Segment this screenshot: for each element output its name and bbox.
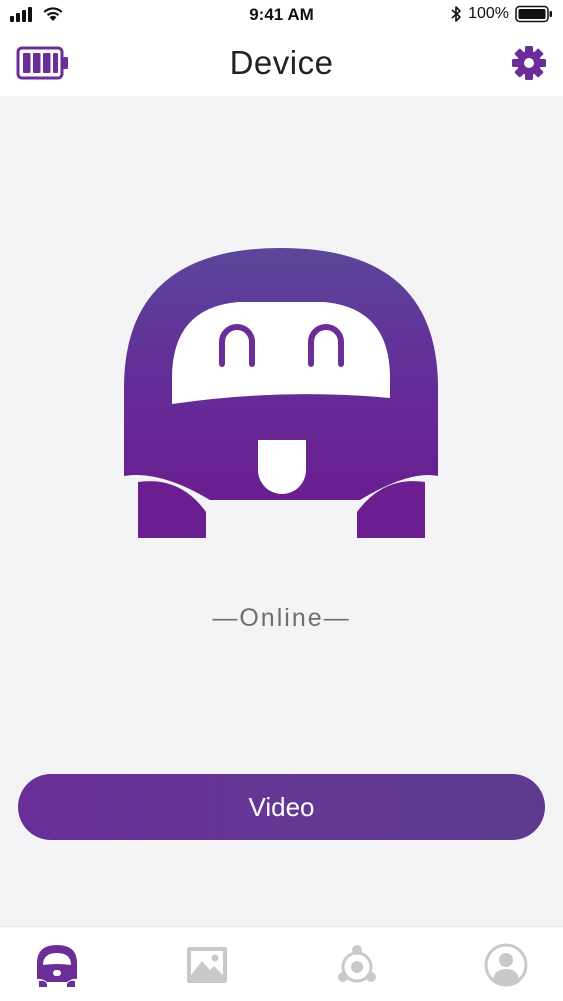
status-bar: 9:41 AM 100% [0, 0, 563, 32]
device-status: —Online— [212, 604, 351, 632]
gear-icon [512, 46, 546, 80]
tab-profile[interactable] [482, 941, 530, 989]
battery-icon [515, 5, 552, 23]
page-title: Device [229, 44, 334, 81]
robot-face [172, 302, 390, 404]
profile-icon [484, 943, 528, 987]
tab-device[interactable] [33, 941, 81, 989]
battery-percent: 100% [468, 5, 509, 22]
header: Device [0, 32, 563, 96]
tab-bar [0, 926, 563, 1001]
gallery-icon [187, 947, 227, 983]
robot-tab-icon [37, 945, 77, 987]
tab-gallery[interactable] [183, 941, 231, 989]
robot-icon [124, 248, 438, 538]
settings-button[interactable] [511, 45, 547, 81]
robot-mouth [258, 440, 306, 494]
video-button[interactable]: Video [18, 774, 545, 840]
status-right: 100% [450, 5, 553, 23]
bluetooth-icon [451, 6, 461, 22]
tab-share[interactable] [333, 941, 381, 989]
share-icon [338, 945, 376, 983]
